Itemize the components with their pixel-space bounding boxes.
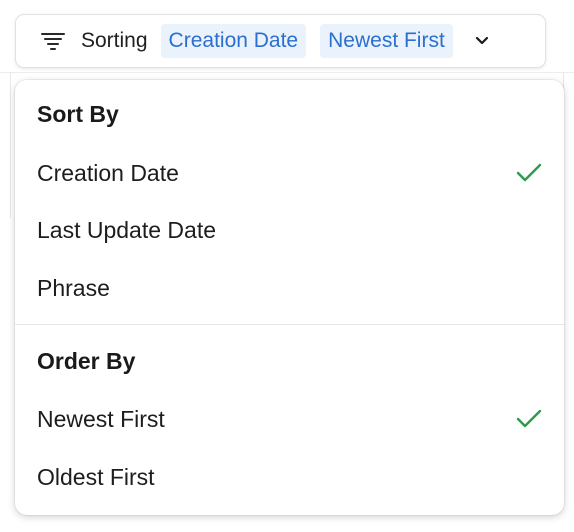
sorting-menu: Sort By Creation Date Last Update Date P… [15,80,564,515]
chevron-down-icon[interactable] [473,32,491,50]
section-divider [15,324,564,325]
sort-option-creation-date[interactable]: Creation Date [15,145,564,201]
sort-option-label: Last Update Date [37,216,217,243]
sort-option-last-update-date[interactable]: Last Update Date [15,202,564,258]
order-option-oldest-first[interactable]: Oldest First [15,449,564,505]
background-divider [0,72,574,73]
checkmark-icon [516,163,542,182]
sort-option-label: Phrase [37,274,110,301]
order-by-heading: Order By [37,348,136,374]
sort-option-label: Creation Date [37,159,179,186]
sorting-label: Sorting [81,29,148,52]
order-option-label: Oldest First [37,463,155,490]
sort-by-chip: Creation Date [160,24,307,58]
sorting-dropdown-screen: Sorting Creation Date Newest First Sort … [0,0,574,532]
order-option-newest-first[interactable]: Newest First [15,391,564,447]
sort-option-phrase[interactable]: Phrase [15,260,564,316]
filter-lines-icon [40,30,66,52]
background-edge-left [10,73,11,218]
order-option-label: Newest First [37,405,165,432]
checkmark-icon [516,409,542,428]
order-by-chip: Newest First [320,24,453,58]
sorting-toggle-button[interactable]: Sorting Creation Date Newest First [15,14,546,68]
sort-by-heading: Sort By [37,101,119,127]
